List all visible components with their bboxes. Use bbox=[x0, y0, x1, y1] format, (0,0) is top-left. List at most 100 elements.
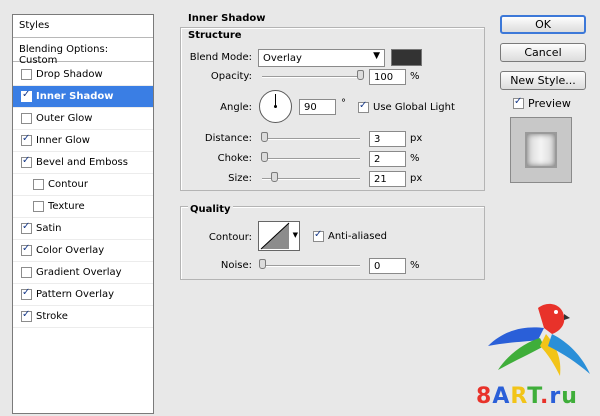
style-item-label: Outer Glow bbox=[36, 113, 93, 124]
distance-slider-track[interactable] bbox=[262, 138, 360, 140]
style-item-label: Contour bbox=[48, 179, 88, 190]
parrot-logo-icon bbox=[488, 303, 590, 376]
angle-dial-icon bbox=[259, 90, 292, 123]
choke-input[interactable]: 2 bbox=[369, 151, 406, 167]
choke-slider-track[interactable] bbox=[262, 158, 360, 160]
style-item-pattern-overlay[interactable]: Pattern Overlay bbox=[13, 284, 153, 306]
contour-picker[interactable]: ▼ bbox=[258, 221, 300, 251]
distance-unit: px bbox=[410, 133, 423, 144]
blend-mode-value: Overlay bbox=[263, 52, 302, 64]
shadow-color-swatch[interactable] bbox=[391, 49, 422, 66]
angle-unit: ° bbox=[341, 98, 346, 109]
style-item-label: Color Overlay bbox=[36, 245, 105, 256]
cancel-button[interactable]: Cancel bbox=[500, 43, 586, 62]
style-item-inner-glow[interactable]: Inner Glow bbox=[13, 130, 153, 152]
noise-slider-thumb[interactable] bbox=[259, 259, 266, 269]
watermark-letter: r bbox=[549, 384, 562, 409]
preview-checkbox[interactable]: Preview bbox=[513, 96, 571, 110]
contour-label: Contour: bbox=[208, 232, 252, 243]
use-global-light-checkbox[interactable]: Use Global Light bbox=[358, 100, 455, 113]
styles-header[interactable]: Styles bbox=[13, 15, 153, 38]
size-slider-thumb[interactable] bbox=[271, 172, 278, 182]
checkbox-icon[interactable] bbox=[21, 221, 32, 234]
watermark-letter: u bbox=[561, 384, 578, 409]
watermark-letter: A bbox=[492, 384, 511, 409]
opacity-input[interactable]: 100 bbox=[369, 69, 406, 85]
opacity-unit: % bbox=[410, 71, 420, 82]
quality-title: Quality bbox=[188, 204, 233, 215]
checkbox-icon[interactable] bbox=[33, 201, 44, 212]
checkbox-icon[interactable] bbox=[21, 309, 32, 322]
distance-value: 3 bbox=[374, 133, 381, 145]
style-item-bevel-and-emboss[interactable]: Bevel and Emboss bbox=[13, 152, 153, 174]
opacity-label: Opacity: bbox=[210, 71, 252, 82]
use-global-light-label: Use Global Light bbox=[373, 102, 455, 113]
style-item-drop-shadow[interactable]: Drop Shadow bbox=[13, 64, 153, 86]
size-input[interactable]: 21 bbox=[369, 171, 406, 187]
checkbox-icon[interactable] bbox=[21, 113, 32, 124]
angle-input[interactable]: 90 bbox=[299, 99, 336, 115]
blending-options-item[interactable]: Blending Options: Custom bbox=[13, 39, 153, 66]
watermark-letter: R bbox=[510, 384, 528, 409]
checkbox-icon[interactable] bbox=[21, 267, 32, 278]
style-item-stroke[interactable]: Stroke bbox=[13, 306, 153, 328]
choke-value: 2 bbox=[374, 153, 381, 165]
style-item-label: Gradient Overlay bbox=[36, 267, 122, 278]
chevron-down-icon: ▼ bbox=[292, 231, 298, 239]
checkbox-icon[interactable] bbox=[21, 69, 32, 80]
preview-label: Preview bbox=[528, 97, 571, 110]
style-item-color-overlay[interactable]: Color Overlay bbox=[13, 240, 153, 262]
new-style-button[interactable]: New Style... bbox=[500, 71, 586, 90]
preview-swatch bbox=[525, 132, 557, 168]
opacity-value: 100 bbox=[374, 71, 394, 83]
checkbox-icon[interactable] bbox=[21, 89, 32, 102]
noise-value: 0 bbox=[374, 260, 381, 272]
noise-slider-track[interactable] bbox=[262, 265, 360, 267]
style-item-texture[interactable]: Texture bbox=[13, 196, 153, 218]
style-item-label: Satin bbox=[36, 223, 62, 234]
style-item-gradient-overlay[interactable]: Gradient Overlay bbox=[13, 262, 153, 284]
checkbox-icon bbox=[358, 100, 369, 113]
style-item-contour[interactable]: Contour bbox=[13, 174, 153, 196]
style-item-satin[interactable]: Satin bbox=[13, 218, 153, 240]
style-item-label: Texture bbox=[48, 201, 85, 212]
chevron-down-icon: ▼ bbox=[373, 51, 380, 61]
checkbox-icon[interactable] bbox=[21, 155, 32, 168]
watermark-letter: . bbox=[539, 384, 550, 409]
watermark-letter: 8 bbox=[476, 384, 493, 409]
opacity-slider-thumb[interactable] bbox=[357, 70, 364, 80]
style-item-label: Stroke bbox=[36, 311, 68, 322]
anti-aliased-checkbox[interactable]: Anti-aliased bbox=[313, 229, 388, 242]
distance-input[interactable]: 3 bbox=[369, 131, 406, 147]
choke-slider-thumb[interactable] bbox=[261, 152, 268, 162]
choke-unit: % bbox=[410, 153, 420, 164]
anti-aliased-label: Anti-aliased bbox=[328, 231, 388, 242]
checkbox-icon[interactable] bbox=[21, 133, 32, 146]
ok-button[interactable]: OK bbox=[500, 15, 586, 34]
contour-curve-icon bbox=[260, 222, 290, 250]
checkbox-icon bbox=[513, 96, 524, 109]
style-item-label: Pattern Overlay bbox=[36, 289, 115, 300]
checkbox-icon[interactable] bbox=[33, 179, 44, 190]
checkbox-icon[interactable] bbox=[21, 243, 32, 256]
opacity-slider-track[interactable] bbox=[262, 76, 360, 78]
style-item-inner-shadow[interactable]: Inner Shadow bbox=[13, 86, 153, 108]
checkbox-icon[interactable] bbox=[21, 287, 32, 300]
watermark-letter: T bbox=[527, 384, 540, 409]
style-item-outer-glow[interactable]: Outer Glow bbox=[13, 108, 153, 130]
style-item-label: Drop Shadow bbox=[36, 69, 103, 80]
angle-label: Angle: bbox=[220, 102, 252, 113]
checkbox-icon bbox=[313, 229, 324, 242]
angle-dial[interactable] bbox=[258, 89, 293, 124]
angle-value: 90 bbox=[304, 101, 317, 113]
distance-slider-thumb[interactable] bbox=[261, 132, 268, 142]
blend-mode-select[interactable]: Overlay ▼ bbox=[258, 49, 385, 67]
watermark-text: 8ART.ru bbox=[476, 384, 578, 409]
noise-input[interactable]: 0 bbox=[369, 258, 406, 274]
style-preview bbox=[510, 117, 572, 183]
styles-list: Styles Blending Options: Custom Drop Sha… bbox=[12, 14, 154, 414]
distance-label: Distance: bbox=[204, 133, 252, 144]
watermark-label: 8ART.ru bbox=[476, 384, 578, 409]
noise-label: Noise: bbox=[220, 260, 252, 271]
blend-mode-label: Blend Mode: bbox=[189, 52, 252, 63]
